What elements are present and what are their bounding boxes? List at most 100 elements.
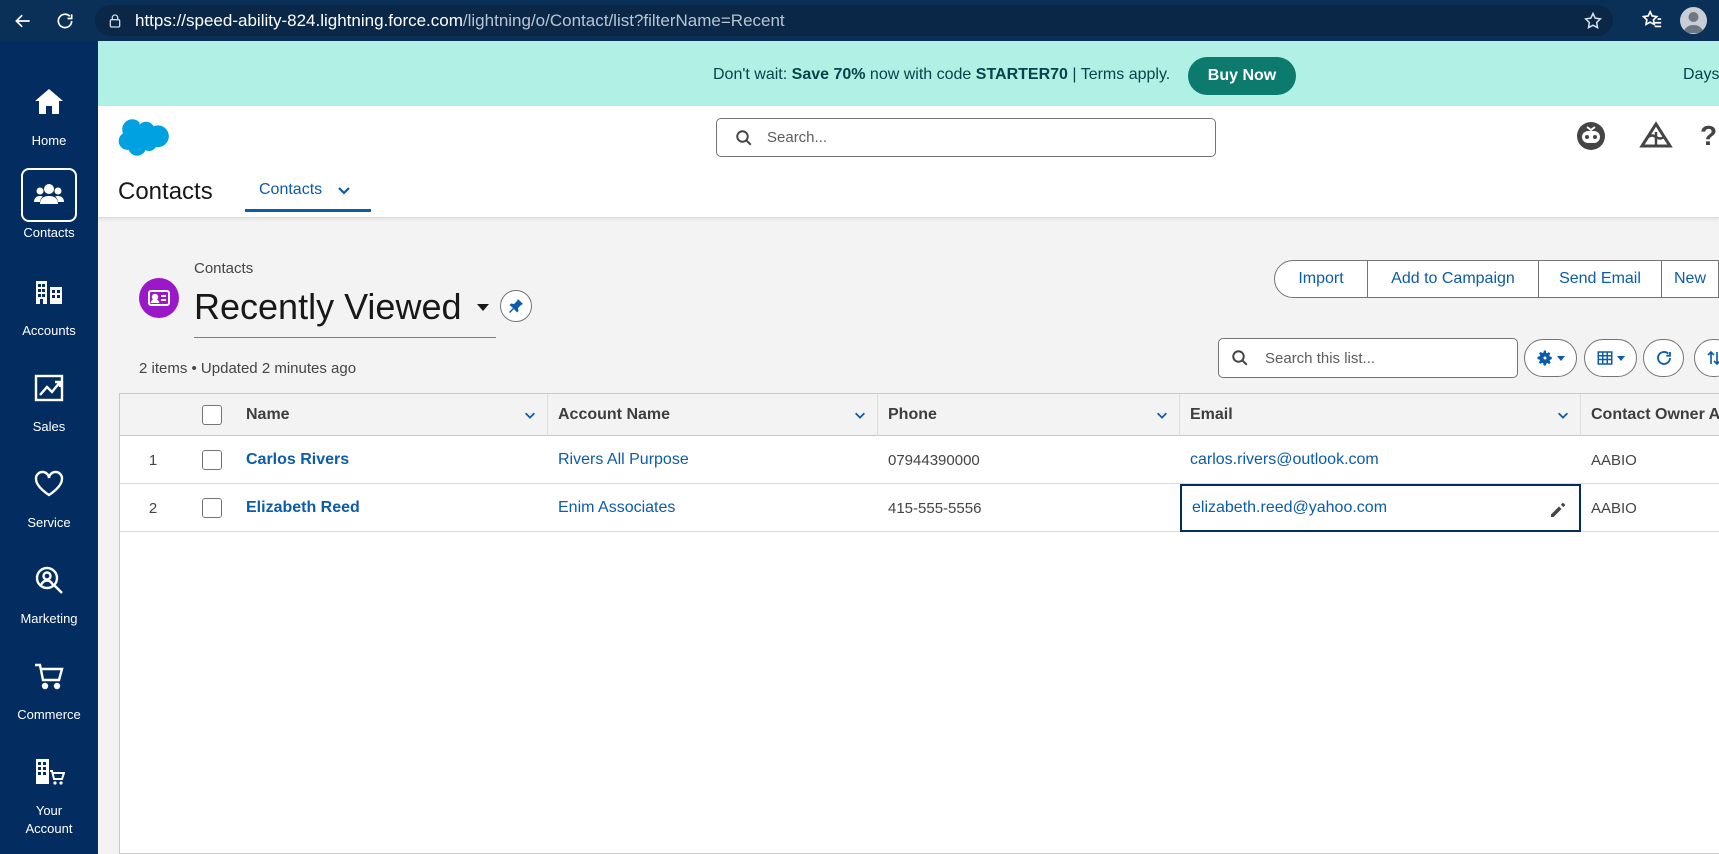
nav-item-sales[interactable]: Sales xyxy=(0,357,98,447)
nav-item-commerce[interactable]: Commerce xyxy=(0,645,98,735)
browser-toolbar: https://speed-ability-824.lightning.forc… xyxy=(0,0,1719,41)
accounts-icon xyxy=(20,264,78,320)
refresh-list-button[interactable] xyxy=(1643,339,1684,377)
nav-item-marketing[interactable]: Marketing xyxy=(0,549,98,639)
chevron-down-icon[interactable] xyxy=(336,182,352,198)
favorites-icon[interactable] xyxy=(1641,9,1663,31)
column-label-account-name: Account Name xyxy=(558,406,671,423)
global-search-box[interactable] xyxy=(716,118,1216,157)
sort-button[interactable] xyxy=(1694,339,1719,377)
nav-label-contacts: Contacts xyxy=(23,225,75,240)
nav-label-accounts: Accounts xyxy=(22,323,76,338)
contact-name-link[interactable]: Elizabeth Reed xyxy=(236,484,548,532)
nav-label-sales: Sales xyxy=(32,419,66,434)
list-search-box[interactable] xyxy=(1218,338,1518,378)
address-bar[interactable]: https://speed-ability-824.lightning.forc… xyxy=(95,5,1613,36)
breadcrumb: Contacts xyxy=(194,260,254,277)
column-label-phone: Phone xyxy=(888,406,937,423)
back-icon[interactable] xyxy=(12,10,34,32)
row-checkbox[interactable] xyxy=(202,498,222,518)
pencil-edit-icon[interactable] xyxy=(1549,501,1567,519)
tab-contacts-label: Contacts xyxy=(259,180,323,198)
caret-down-icon xyxy=(1557,356,1565,361)
salesforce-logo-icon[interactable] xyxy=(118,118,172,156)
service-icon xyxy=(20,456,78,512)
new-button[interactable]: New xyxy=(1662,260,1719,298)
column-header-name[interactable]: Name xyxy=(236,394,548,436)
promo-banner: Don't wait: Save 70% now with code START… xyxy=(98,41,1719,106)
select-all-checkbox[interactable] xyxy=(202,405,222,425)
nav-label-service: Service xyxy=(27,515,71,530)
days-countdown-label: Days xyxy=(1683,66,1719,83)
nav-item-service[interactable]: Service xyxy=(0,453,98,543)
chevron-down-icon[interactable] xyxy=(1556,408,1570,422)
nav-label-commerce: Commerce xyxy=(17,707,81,722)
email-link[interactable]: carlos.rivers@outlook.com xyxy=(1180,436,1581,484)
contact-name-link[interactable]: Carlos Rivers xyxy=(236,436,548,484)
refresh-icon[interactable] xyxy=(54,10,76,32)
einstein-assistant-icon[interactable] xyxy=(1574,119,1608,153)
pin-list-view-button[interactable] xyxy=(500,290,532,322)
row-checkbox[interactable] xyxy=(202,450,222,470)
email-cell-focused[interactable]: elizabeth.reed@yahoo.com xyxy=(1180,484,1581,532)
phone-cell: 07944390000 xyxy=(888,451,980,469)
list-meta-info: 2 items • Updated 2 minutes ago xyxy=(139,360,357,377)
nav-label-your-account: Your Account xyxy=(25,803,73,836)
list-actions: Import Add to Campaign Send Email New xyxy=(1274,260,1719,298)
list-search-input[interactable] xyxy=(1265,349,1495,367)
bookmark-star-icon[interactable] xyxy=(1583,11,1603,31)
phone-cell: 415-555-5556 xyxy=(888,499,982,517)
nav-item-accounts[interactable]: Accounts xyxy=(0,261,98,351)
list-settings-button[interactable] xyxy=(1524,339,1577,377)
header-select-all xyxy=(186,394,236,436)
app-name: Contacts xyxy=(118,178,213,205)
display-as-button[interactable] xyxy=(1584,339,1637,377)
chevron-down-icon[interactable] xyxy=(1155,408,1169,422)
column-label-contact-owner-alias: Contact Owner Al xyxy=(1591,406,1719,423)
column-label-name: Name xyxy=(246,406,290,423)
chevron-down-icon[interactable] xyxy=(853,408,867,422)
url-text: https://speed-ability-824.lightning.forc… xyxy=(135,10,785,30)
tab-contacts[interactable]: Contacts xyxy=(245,170,371,212)
buy-now-button[interactable]: Buy Now xyxy=(1188,57,1296,95)
pin-icon xyxy=(509,299,523,313)
owner-alias-cell: AABIO xyxy=(1591,499,1637,517)
nav-label-home: Home xyxy=(31,133,67,148)
table-row: 2 Elizabeth Reed Enim Associates 415-555… xyxy=(120,484,1719,532)
email-link[interactable]: elizabeth.reed@yahoo.com xyxy=(1192,499,1387,517)
table-header: Name Account Name Phone Email Contact Ow… xyxy=(120,394,1719,436)
lock-icon xyxy=(109,13,121,28)
import-button[interactable]: Import xyxy=(1274,260,1368,298)
column-header-phone[interactable]: Phone xyxy=(878,394,1180,436)
add-to-campaign-button[interactable]: Add to Campaign xyxy=(1368,260,1539,298)
global-search-input[interactable] xyxy=(767,129,1167,146)
send-email-button[interactable]: Send Email xyxy=(1539,260,1662,298)
account-name-link[interactable]: Enim Associates xyxy=(548,484,878,532)
owner-alias-cell: AABIO xyxy=(1591,451,1637,469)
column-header-email[interactable]: Email xyxy=(1180,394,1581,436)
table-row: 1 Carlos Rivers Rivers All Purpose 07944… xyxy=(120,436,1719,484)
header-row-number xyxy=(120,394,186,436)
caret-down-icon[interactable] xyxy=(476,300,490,314)
profile-avatar-icon[interactable] xyxy=(1680,7,1707,34)
promo-text: Don't wait: Save 70% now with code START… xyxy=(713,66,1171,83)
search-icon xyxy=(736,129,752,145)
trailhead-guidance-icon[interactable] xyxy=(1639,119,1673,153)
chevron-down-icon[interactable] xyxy=(523,408,537,422)
global-header: ? Contacts Contacts xyxy=(98,106,1719,218)
list-view-title: Recently Viewed xyxy=(194,286,462,327)
nav-item-contacts[interactable]: Contacts xyxy=(0,165,98,255)
column-header-account-name[interactable]: Account Name xyxy=(548,394,878,436)
contacts-table: Name Account Name Phone Email Contact Ow… xyxy=(119,393,1719,854)
account-name-link[interactable]: Rivers All Purpose xyxy=(548,436,878,484)
nav-item-home[interactable]: Home xyxy=(0,71,98,161)
help-icon[interactable]: ? xyxy=(1698,119,1719,153)
row-select-cell xyxy=(186,436,236,484)
nav-item-your-account[interactable]: Your Account xyxy=(0,741,98,851)
app-navigation: Home Contacts Accounts Sales Service Mar… xyxy=(0,41,98,854)
gear-icon xyxy=(1537,350,1552,366)
row-number: 2 xyxy=(148,499,158,517)
list-view-selector[interactable]: Recently Viewed xyxy=(194,286,496,338)
column-header-contact-owner-alias[interactable]: Contact Owner Al xyxy=(1581,394,1719,436)
sales-icon xyxy=(20,360,78,416)
